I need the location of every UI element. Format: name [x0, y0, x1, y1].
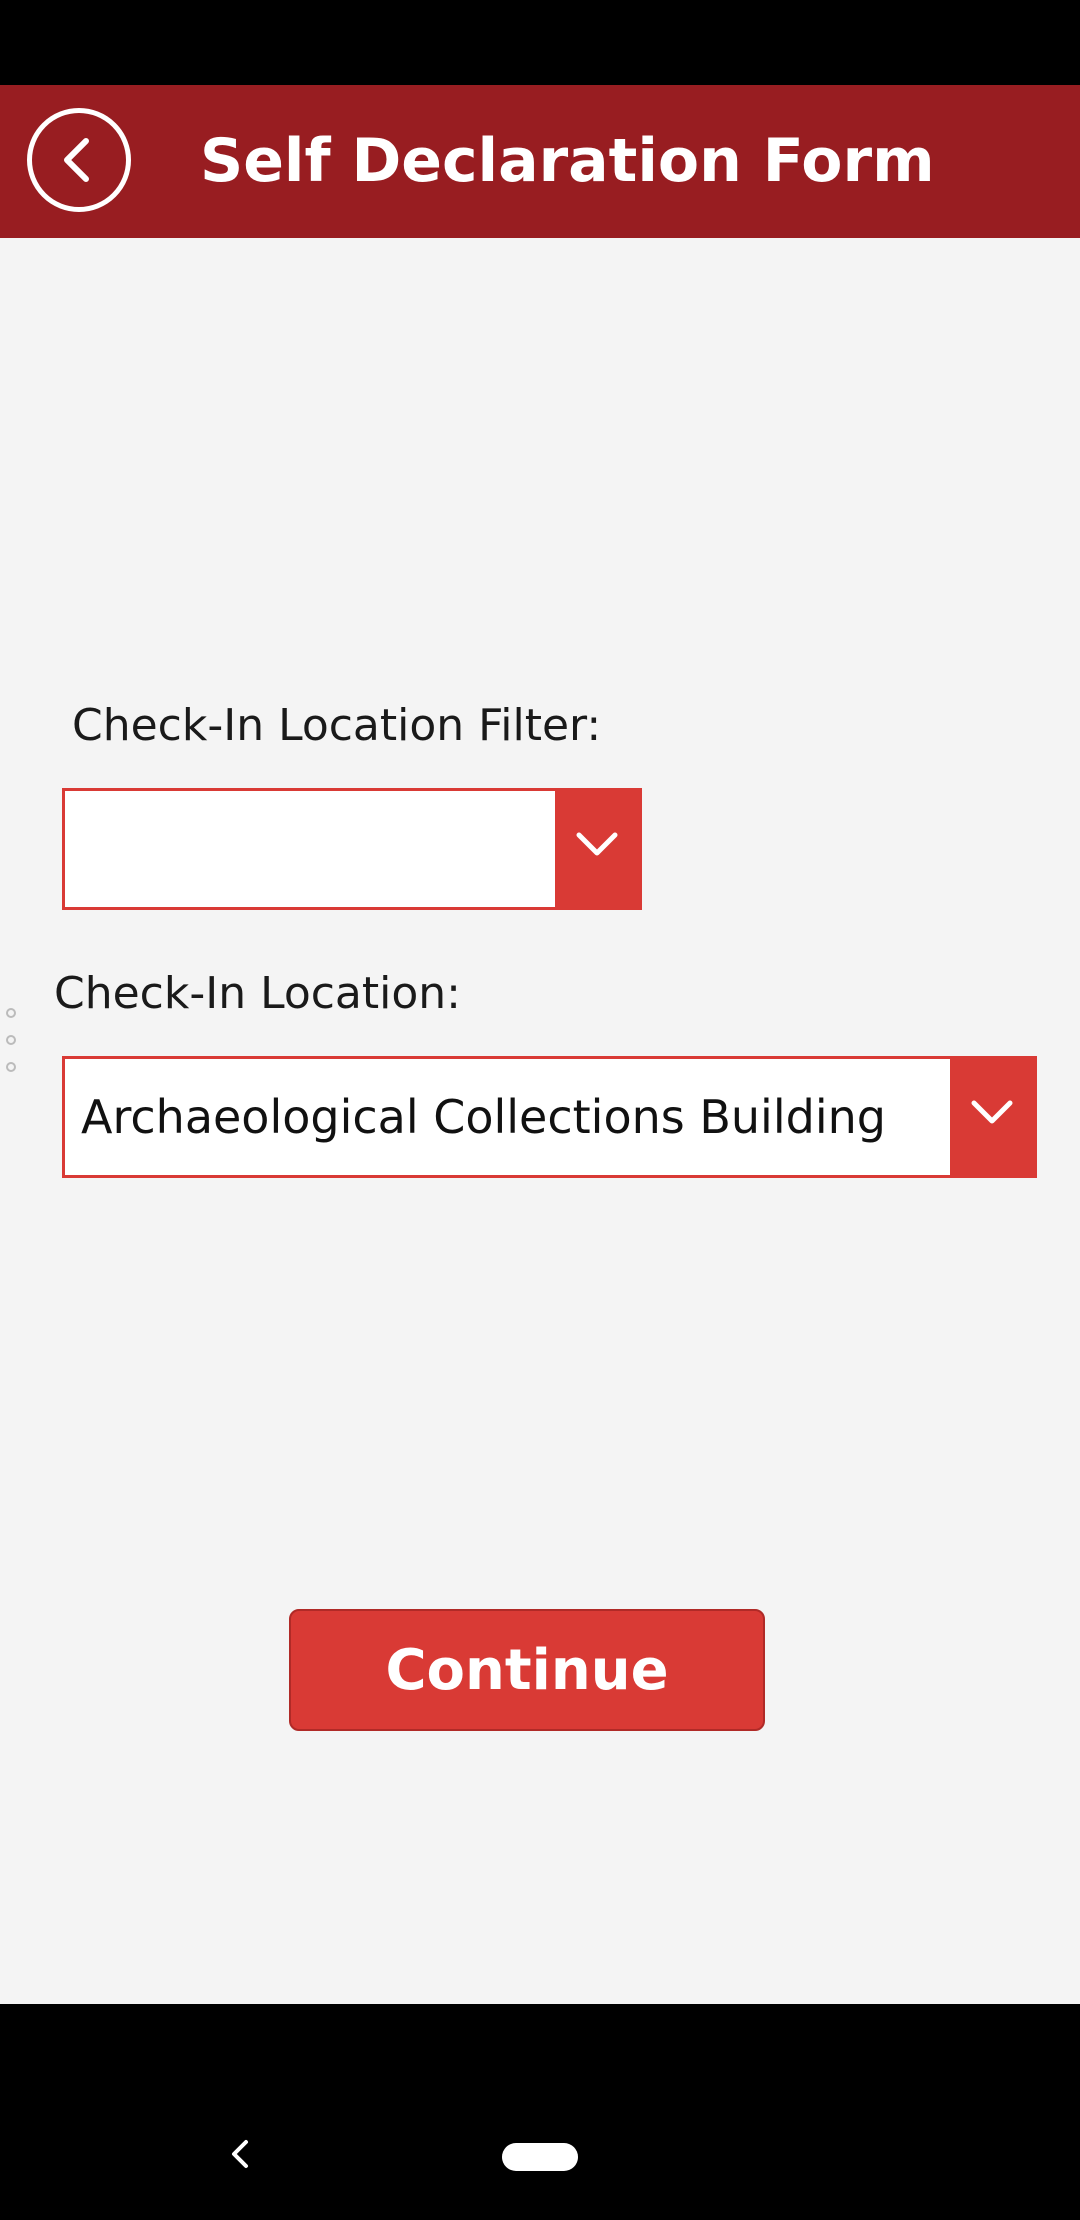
page-title: Self Declaration Form	[200, 126, 935, 196]
chevron-down-icon	[971, 1100, 1013, 1124]
location-dropdown[interactable]: Archaeological Collections Building	[62, 1056, 1037, 1178]
location-value: Archaeological Collections Building	[81, 1090, 886, 1144]
location-label: Check-In Location:	[54, 968, 461, 1019]
location-expand-button[interactable]	[950, 1059, 1034, 1175]
drag-handle[interactable]	[6, 1008, 22, 1078]
location-filter-dropdown[interactable]	[62, 788, 642, 910]
nav-back-icon[interactable]	[222, 2134, 258, 2174]
status-bar	[0, 0, 1080, 85]
continue-button[interactable]: Continue	[289, 1609, 765, 1731]
back-button[interactable]	[27, 108, 131, 212]
location-filter-label: Check-In Location Filter:	[72, 700, 602, 751]
app-header: Self Declaration Form	[0, 85, 1080, 238]
location-filter-expand-button[interactable]	[555, 791, 639, 907]
nav-home-pill[interactable]	[502, 2143, 578, 2171]
chevron-down-icon	[576, 832, 618, 856]
navigation-bar	[0, 2004, 1080, 2220]
chevron-left-icon	[64, 138, 89, 182]
